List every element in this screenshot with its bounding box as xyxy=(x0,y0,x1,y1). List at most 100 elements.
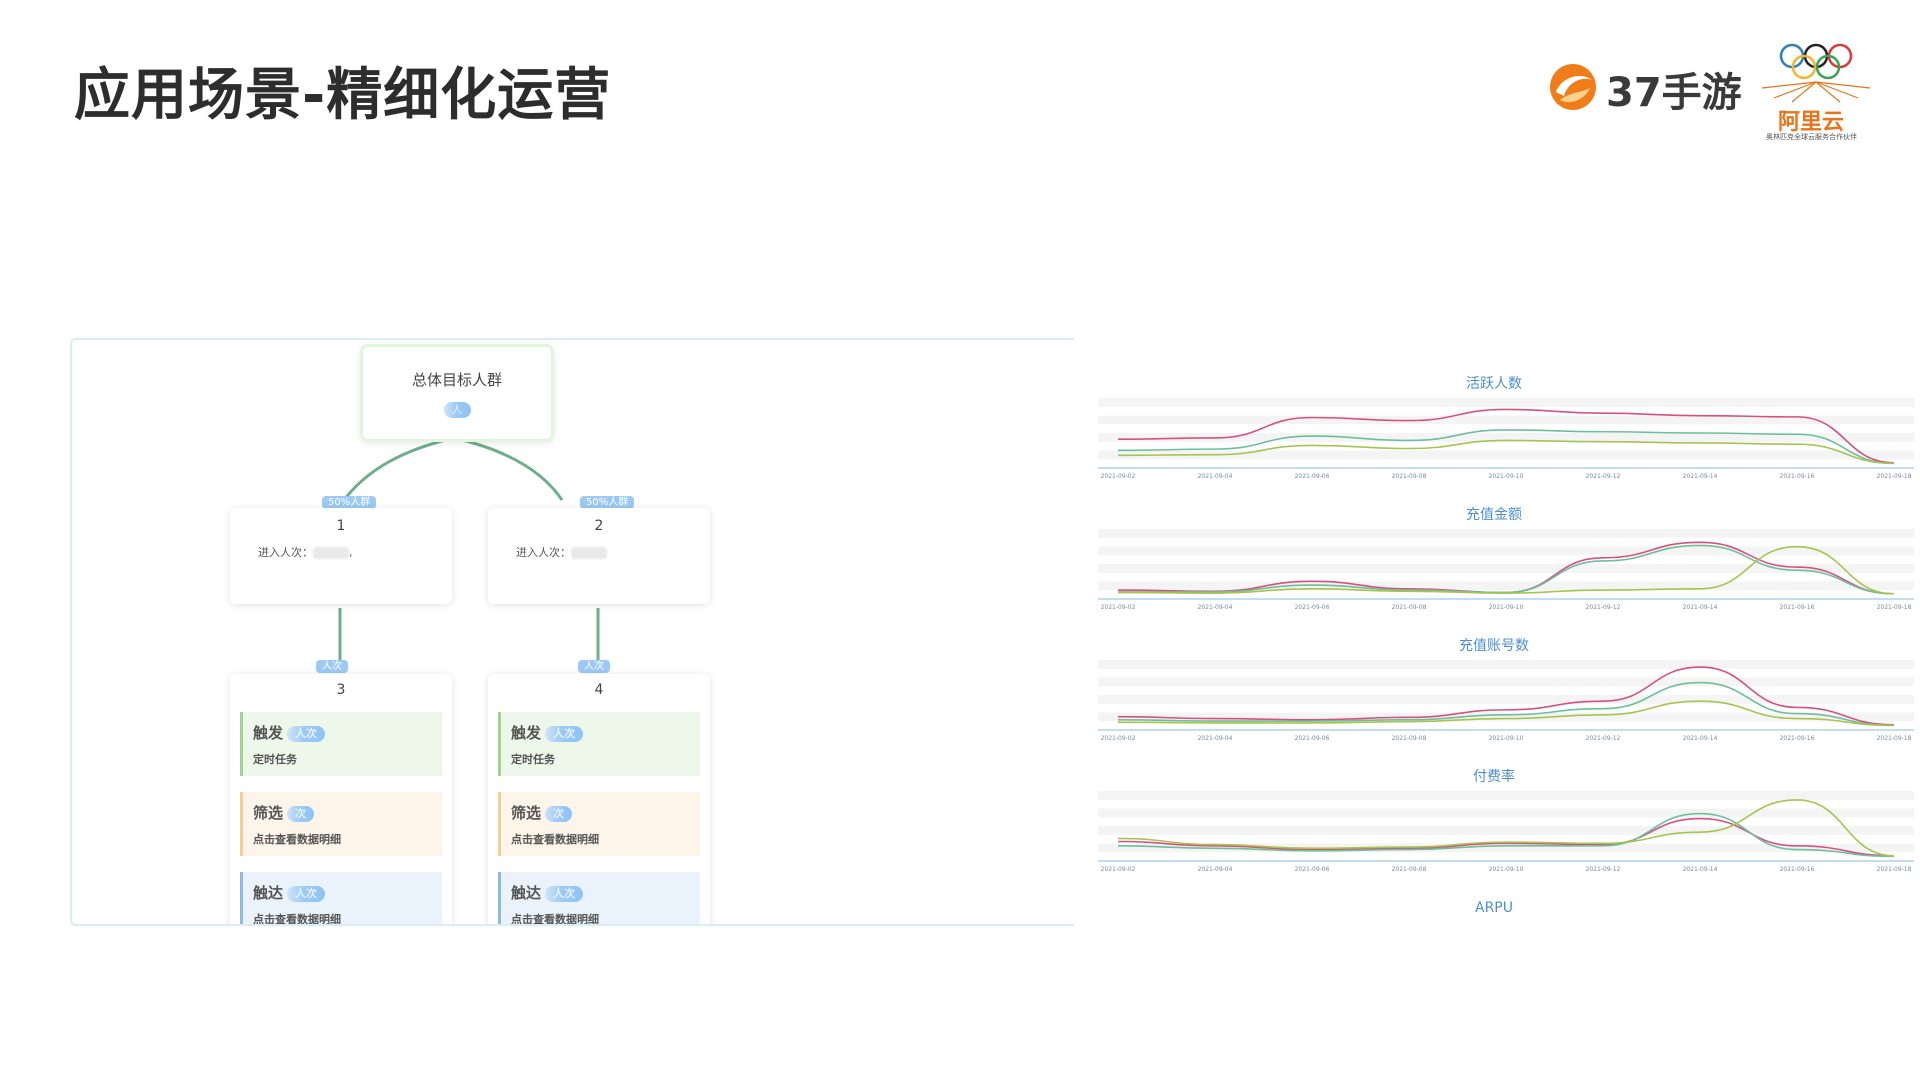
x-tick-label: 2021-09-14 xyxy=(1683,604,1718,611)
segment-number: 2 xyxy=(594,518,604,534)
step-label: 触达 xyxy=(511,884,542,902)
edge-count-left: 人次 xyxy=(316,660,348,673)
x-tick-label: 2021-09-16 xyxy=(1780,604,1815,611)
step-count-badge: 次 xyxy=(287,805,315,822)
x-tick-label: 2021-09-06 xyxy=(1295,735,1330,742)
x-tick-label: 2021-09-12 xyxy=(1586,866,1621,873)
root-title: 总体目标人群 xyxy=(411,371,502,389)
flow-canvas[interactable]: 总体目标人群 人 50%人群 50%人群 1 进入人次：, 2 进入人次： 人次… xyxy=(70,338,1074,926)
brand-logo-37: 37手游 xyxy=(1548,56,1742,116)
x-tick-label: 2021-09-14 xyxy=(1683,473,1718,480)
x-tick-label: 2021-09-18 xyxy=(1877,866,1912,873)
step-count-badge: 次 xyxy=(545,805,573,822)
step-trigger[interactable]: 触发 人次 定时任务 xyxy=(240,712,442,776)
x-tick-label: 2021-09-10 xyxy=(1489,735,1524,742)
x-tick-label: 2021-09-02 xyxy=(1101,735,1136,742)
step-node-number: 3 xyxy=(336,682,346,698)
entry-count: 进入人次： xyxy=(516,544,607,560)
x-tick-label: 2021-09-16 xyxy=(1780,473,1815,480)
x-tick-label: 2021-09-04 xyxy=(1198,735,1233,742)
x-tick-label: 2021-09-16 xyxy=(1780,866,1815,873)
step-filter[interactable]: 筛选次 点击查看数据明细 xyxy=(240,792,442,856)
step-count-badge: 人次 xyxy=(287,885,326,902)
step-label: 触发 xyxy=(253,724,284,742)
metrics-chart-svg: 活跃人数 2021-09-02 2021-09-04 2021-09-06 2021-0… xyxy=(1098,376,1914,916)
grid-band xyxy=(1098,677,1914,687)
view-details-link[interactable]: 点击查看数据明细 xyxy=(511,831,700,847)
x-tick-label: 2021-09-04 xyxy=(1198,473,1233,480)
x-tick-label: 2021-09-06 xyxy=(1295,604,1330,611)
x-tick-label: 2021-09-02 xyxy=(1101,473,1136,480)
slide-title: 应用场景-精细化运营 xyxy=(74,63,612,128)
x-tick-label: 2021-09-14 xyxy=(1683,866,1718,873)
step-trigger[interactable]: 触发 人次 定时任务 xyxy=(498,712,700,776)
grid-band xyxy=(1098,826,1914,835)
x-tick-label: 2021-09-10 xyxy=(1489,866,1524,873)
x-tick-label: 2021-09-18 xyxy=(1877,604,1912,611)
step-detail: 定时任务 xyxy=(511,753,555,766)
x-tick-label: 2021-09-02 xyxy=(1101,866,1136,873)
segment-node-1[interactable]: 1 进入人次：, xyxy=(230,508,452,604)
step-reach[interactable]: 触达 人次 点击查看数据明细 xyxy=(498,872,700,924)
step-filter[interactable]: 筛选次 点击查看数据明细 xyxy=(498,792,700,856)
x-tick-label: 2021-09-14 xyxy=(1683,735,1718,742)
grid-band xyxy=(1098,808,1914,818)
grid-band xyxy=(1098,791,1914,800)
aliyun-subtitle: 奥林匹克全球云服务合作伙伴 xyxy=(1766,133,1857,141)
step-label: 筛选 xyxy=(253,804,284,822)
step-label: 筛选 xyxy=(511,804,542,822)
grid-band xyxy=(1098,564,1914,573)
swirl-logo-icon xyxy=(1550,64,1596,110)
x-tick-label: 2021-09-18 xyxy=(1877,473,1912,480)
step-count-badge: 人次 xyxy=(287,725,326,742)
chart-title: 活跃人数 xyxy=(1466,376,1522,392)
step-node-3[interactable]: 3 触发 人次 定时任务 筛选次 点击查看数据明细 触达 人次 点击查看数据明细 xyxy=(230,674,452,924)
step-count-badge: 人次 xyxy=(545,725,584,742)
x-tick-label: 2021-09-12 xyxy=(1586,604,1621,611)
grid-band xyxy=(1098,660,1914,669)
segment-node-2[interactable]: 2 进入人次： xyxy=(488,508,710,604)
x-tick-label: 2021-09-18 xyxy=(1877,735,1912,742)
grid-band xyxy=(1098,581,1914,591)
step-label: 触发 xyxy=(511,724,542,742)
entry-count: 进入人次：, xyxy=(258,546,353,559)
x-tick-label: 2021-09-04 xyxy=(1198,604,1233,611)
x-tick-label: 2021-09-12 xyxy=(1586,473,1621,480)
x-tick-label: 2021-09-08 xyxy=(1392,866,1427,873)
aliyun-olympic-logo: 阿里云 奥林匹克全球云服务合作伙伴 xyxy=(1752,36,1892,146)
x-tick-label: 2021-09-02 xyxy=(1101,604,1136,611)
x-tick-label: 2021-09-10 xyxy=(1489,604,1524,611)
root-audience-node[interactable]: 总体目标人群 人 xyxy=(360,344,554,442)
brand-name-37: 37手游 xyxy=(1606,70,1742,116)
edge-count-right: 人次 xyxy=(578,660,610,673)
chart-title: 充值金额 xyxy=(1466,507,1522,523)
step-reach[interactable]: 触达 人次 点击查看数据明细 xyxy=(240,872,442,924)
chart-title: 充值账号数 xyxy=(1459,638,1529,654)
x-tick-label: 2021-09-16 xyxy=(1780,735,1815,742)
step-node-4[interactable]: 4 触发 人次 定时任务 筛选次 点击查看数据明细 触达 人次 点击查看数据明细 xyxy=(488,674,710,924)
metrics-charts: 活跃人数 2021-09-02 2021-09-04 2021-09-06 2021-0… xyxy=(1088,360,1920,920)
x-tick-label: 2021-09-08 xyxy=(1392,604,1427,611)
step-detail: 定时任务 xyxy=(253,753,297,766)
olympic-rings-icon xyxy=(1761,43,1871,103)
grid-band xyxy=(1098,398,1914,407)
x-tick-label: 2021-09-10 xyxy=(1489,473,1524,480)
x-tick-label: 2021-09-08 xyxy=(1392,473,1427,480)
grid-band xyxy=(1098,695,1914,704)
grid-band xyxy=(1098,529,1914,538)
step-node-number: 4 xyxy=(594,682,604,698)
x-tick-label: 2021-09-04 xyxy=(1198,866,1233,873)
view-details-link[interactable]: 点击查看数据明细 xyxy=(511,911,700,924)
chart-title: 付费率 xyxy=(1473,768,1515,785)
view-details-link[interactable]: 点击查看数据明细 xyxy=(253,831,442,847)
x-tick-label: 2021-09-12 xyxy=(1586,735,1621,742)
segment-number: 1 xyxy=(336,518,346,534)
grid-band xyxy=(1098,546,1914,556)
step-label: 触达 xyxy=(253,884,284,902)
chart-title: ARPU xyxy=(1475,900,1513,916)
step-count-badge: 人次 xyxy=(545,885,584,902)
x-tick-label: 2021-09-08 xyxy=(1392,735,1427,742)
view-details-link[interactable]: 点击查看数据明细 xyxy=(253,911,442,924)
x-tick-label: 2021-09-06 xyxy=(1295,473,1330,480)
root-count-badge: 人 xyxy=(443,402,471,418)
